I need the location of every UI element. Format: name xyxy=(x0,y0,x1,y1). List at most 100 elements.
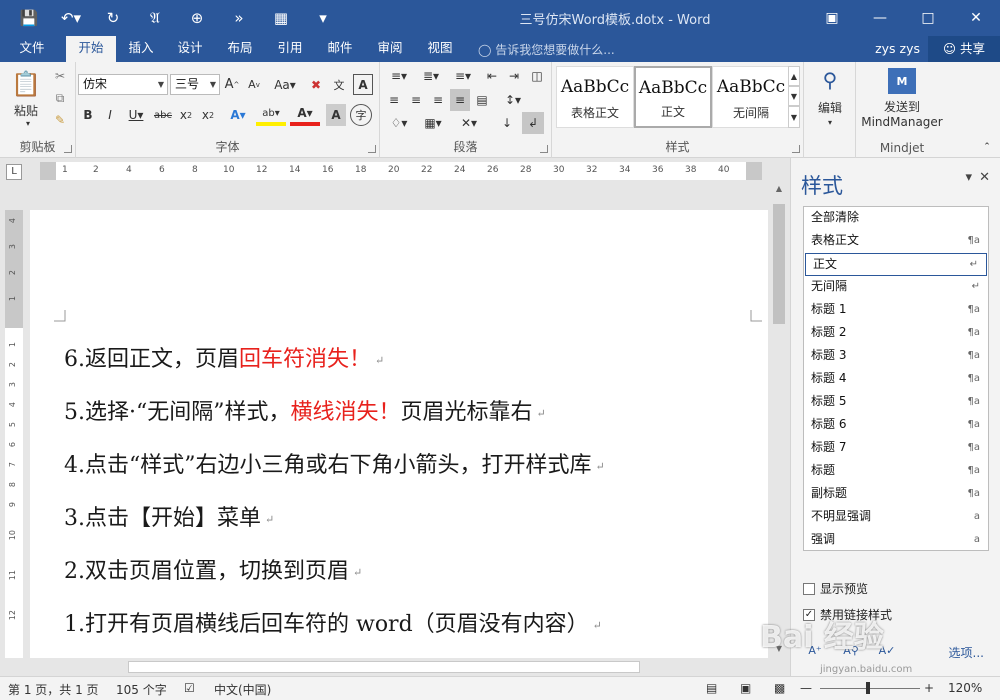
tab-file[interactable]: 文件 xyxy=(6,36,58,62)
tab-references[interactable]: 引用 xyxy=(266,36,314,62)
bullets-icon[interactable]: ≡▾ xyxy=(384,66,414,86)
read-mode-icon[interactable]: ▤ xyxy=(706,681,717,695)
show-preview-checkbox[interactable] xyxy=(803,582,815,595)
paragraph-launcher-icon[interactable] xyxy=(540,145,548,153)
web-layout-icon[interactable]: ▩ xyxy=(774,681,785,695)
pane-options-icon[interactable]: ▾ xyxy=(965,170,972,185)
style-item[interactable]: 副标题 ¶a xyxy=(804,483,988,506)
italic-icon[interactable]: I xyxy=(100,104,120,126)
character-border-icon[interactable]: A xyxy=(353,74,373,95)
increase-indent-icon[interactable]: ⇥ xyxy=(504,66,524,86)
editing-dropdown-icon[interactable]: ▾ xyxy=(822,116,838,128)
collapse-ribbon-icon[interactable]: ⌃ xyxy=(980,140,994,154)
close-icon[interactable]: ✕ xyxy=(952,0,1000,36)
bold-icon[interactable]: B xyxy=(78,104,98,126)
proofing-icon[interactable]: ☑ xyxy=(184,681,195,695)
gallery-up-icon[interactable]: ▲ xyxy=(788,66,800,86)
chinese-layout-icon[interactable]: ◫ xyxy=(526,66,548,86)
font-launcher-icon[interactable] xyxy=(368,145,376,153)
highlight-color-icon[interactable]: ab▾ xyxy=(256,104,286,126)
align-center-icon[interactable]: ≡ xyxy=(406,89,426,111)
style-gallery-normal[interactable]: AaBbCc 正文 xyxy=(634,66,712,128)
grow-font-icon[interactable]: A ^ xyxy=(222,74,242,95)
vertical-ruler[interactable]: 4 3 2 1 1 2 3 4 5 6 7 8 9 10 11 12 xyxy=(5,210,23,658)
horizontal-scroll-thumb[interactable] xyxy=(128,661,640,673)
style-item-selected[interactable]: 正文 ↵ xyxy=(805,253,987,276)
style-item[interactable]: 强调 a xyxy=(804,529,988,552)
find-icon[interactable]: ⚲ xyxy=(816,66,844,94)
tab-home[interactable]: 开始 xyxy=(66,36,116,62)
tab-design[interactable]: 设计 xyxy=(166,36,214,62)
maximize-icon[interactable]: □ xyxy=(904,0,952,36)
paste-button[interactable]: 粘贴 xyxy=(4,102,48,118)
vertical-scroll-thumb[interactable] xyxy=(773,204,785,324)
user-name[interactable]: zys zys xyxy=(875,41,920,56)
tab-view[interactable]: 视图 xyxy=(416,36,464,62)
decrease-indent-icon[interactable]: ⇤ xyxy=(482,66,502,86)
zoom-in-icon[interactable]: + xyxy=(924,681,934,695)
line-spacing-icon[interactable]: ↕▾ xyxy=(498,89,528,111)
horizontal-ruler[interactable]: 1 2 4 6 8 10 12 14 16 18 20 22 24 26 28 … xyxy=(40,162,762,180)
tell-me-search[interactable]: ◯ 告诉我您想要做什么... xyxy=(478,41,615,58)
horizontal-scrollbar[interactable] xyxy=(28,658,770,676)
doc-line-2[interactable]: 2.双击页眉位置，切换到页眉 ↵ xyxy=(64,553,605,606)
show-marks-icon[interactable]: ↲ xyxy=(522,112,544,134)
zoom-out-icon[interactable]: — xyxy=(800,681,812,695)
underline-icon[interactable]: U▾ xyxy=(122,104,150,126)
zoom-slider-thumb[interactable] xyxy=(866,682,870,694)
doc-line-4[interactable]: 4.点击“样式”右边小三角或右下角小箭头，打开样式库 ↵ xyxy=(64,447,605,500)
doc-line-5[interactable]: 5.选择·“无间隔”样式，横线消失！页眉光标靠右 ↵ xyxy=(64,394,605,447)
style-item[interactable]: 标题 7 ¶a xyxy=(804,437,988,460)
style-gallery-no-spacing[interactable]: AaBbCc 无间隔 xyxy=(712,66,790,128)
paste-icon[interactable]: 📋 xyxy=(6,66,46,102)
page[interactable]: 6.返回正文，页眉回车符消失！ ↵ 5.选择·“无间隔”样式，横线消失！页眉光标靠… xyxy=(30,210,768,660)
borders-icon[interactable]: ▦▾ xyxy=(418,112,448,134)
paste-dropdown-icon[interactable]: ▾ xyxy=(20,118,36,128)
tab-review[interactable]: 审阅 xyxy=(366,36,414,62)
change-case-button[interactable]: Aa ▾ xyxy=(270,74,300,95)
shading-icon[interactable]: ♢▾ xyxy=(384,112,414,134)
style-item[interactable]: 标题 5 ¶a xyxy=(804,391,988,414)
editing-button[interactable]: 编辑 xyxy=(808,98,852,116)
share-button[interactable]: ☺ 共享 xyxy=(928,36,1000,62)
styles-launcher-icon[interactable] xyxy=(792,145,800,153)
text-effects-icon[interactable]: A▾ xyxy=(224,104,252,126)
align-right-icon[interactable]: ≡ xyxy=(428,89,448,111)
show-preview-option[interactable]: 显示预览 xyxy=(803,580,868,597)
vertical-scrollbar[interactable]: ▲ ▼ xyxy=(770,184,788,660)
shrink-font-icon[interactable]: Av xyxy=(244,74,264,95)
gallery-down-icon[interactable]: ▼ xyxy=(788,86,800,106)
align-left-icon[interactable]: ≡ xyxy=(384,89,404,111)
style-item[interactable]: 标题 ¶a xyxy=(804,460,988,483)
options-link[interactable]: 选项... xyxy=(949,644,984,661)
distributed-icon[interactable]: ▤ xyxy=(472,89,492,111)
tab-insert[interactable]: 插入 xyxy=(118,36,164,62)
doc-line-3[interactable]: 3.点击【开始】菜单 ↵ xyxy=(64,500,605,553)
cut-icon[interactable]: ✂ xyxy=(50,66,70,86)
zoom-slider[interactable] xyxy=(820,688,920,689)
style-item[interactable]: 标题 4 ¶a xyxy=(804,368,988,391)
numbering-icon[interactable]: ≣▾ xyxy=(416,66,446,86)
character-shading-icon[interactable]: A xyxy=(326,104,346,126)
tab-selector[interactable]: L xyxy=(6,164,22,180)
style-item[interactable]: 标题 1 ¶a xyxy=(804,299,988,322)
pane-close-icon[interactable]: ✕ xyxy=(979,170,990,185)
tab-mailings[interactable]: 邮件 xyxy=(316,36,364,62)
copy-icon[interactable]: ⧉ xyxy=(50,88,70,108)
clear-format-icon[interactable]: ✖ xyxy=(306,74,326,95)
strikethrough-icon[interactable]: abc xyxy=(152,104,174,126)
style-gallery-table-text[interactable]: AaBbCc 表格正文 xyxy=(556,66,634,128)
style-item[interactable]: 表格正文 ¶a xyxy=(804,230,988,253)
superscript-icon[interactable]: x2 xyxy=(198,104,218,126)
mindmanager-icon[interactable]: M xyxy=(888,68,916,94)
print-layout-icon[interactable]: ▣ xyxy=(740,681,751,695)
style-item[interactable]: 不明显强调 a xyxy=(804,506,988,529)
send-to-mindmanager-button[interactable]: 发送到 xyxy=(856,98,948,114)
style-item[interactable]: 全部清除 xyxy=(804,207,988,230)
font-color-icon[interactable]: A▾ xyxy=(290,104,320,126)
justify-icon[interactable]: ≡ xyxy=(450,89,470,111)
style-item[interactable]: 标题 2 ¶a xyxy=(804,322,988,345)
doc-line-6[interactable]: 6.返回正文，页眉回车符消失！ ↵ xyxy=(64,341,605,394)
doc-line-1[interactable]: 1.打开有页眉横线后回车符的 word（页眉没有内容） ↵ xyxy=(64,606,605,659)
style-item[interactable]: 无间隔 ↵ xyxy=(804,276,988,299)
